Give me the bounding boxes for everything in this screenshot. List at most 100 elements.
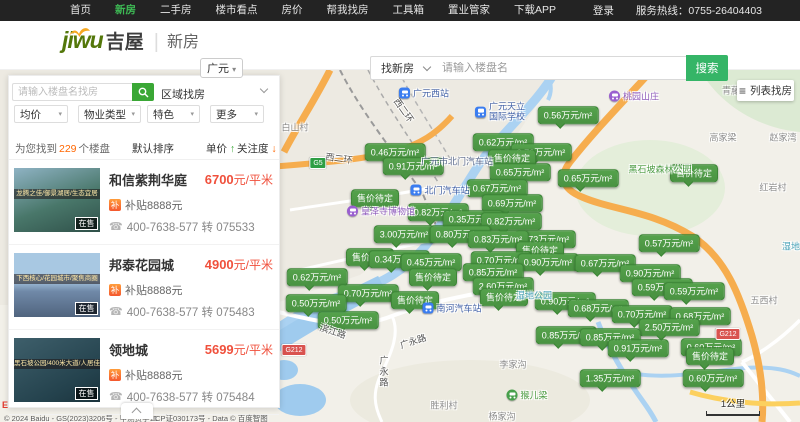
listing-phone[interactable]: ☎400-7638-577 转 075533 (109, 219, 255, 235)
phone-icon: ☎ (109, 392, 123, 403)
nav-item-1[interactable]: 新房 (103, 0, 148, 21)
subsidy-icon: 补 (109, 284, 121, 296)
listing-phone[interactable]: ☎400-7638-577 转 075483 (109, 304, 255, 320)
keyword-search-input[interactable] (12, 83, 132, 101)
map-place-白山村: 白山村 (281, 121, 308, 134)
map-place-G212: G212 (281, 344, 306, 356)
subsidy-icon: 补 (109, 369, 121, 381)
chevron-down-icon: ▾ (232, 65, 236, 74)
listing-photo-caption: 下西核心/花园城市/聚焦商圈 (14, 274, 100, 284)
map-price-bubble[interactable]: 0.91万元/m² (608, 339, 669, 357)
nav-item-6[interactable]: 工具箱 (381, 0, 437, 21)
phone-icon: ☎ (109, 307, 123, 318)
listing-item-0[interactable]: 龙腾之佳/御景湖居/生态宜居在售和信紫荆华庭6700元/平米补补贴8888元☎4… (9, 160, 279, 245)
nav-item-3[interactable]: 楼市看点 (204, 0, 270, 21)
nav-item-7[interactable]: 置业管家 (436, 0, 502, 21)
search-category-dropdown[interactable]: 找新房 (381, 60, 414, 76)
listing-photo: 龙腾之佳/御景湖居/生态宜居在售 (14, 168, 100, 232)
chevron-down-icon: ▾ (58, 110, 62, 118)
map-price-bubble[interactable]: 0.69万元/m² (482, 194, 543, 212)
map-edge-logo-fragment: E (2, 400, 8, 410)
map-place-皇泽寺博物馆: 皇泽寺博物馆 (347, 205, 415, 218)
sort-by-attention[interactable]: 关注度 ↓ (237, 141, 277, 156)
map-price-bubble[interactable]: 0.60万元/m² (683, 369, 744, 387)
map-place-广元西站: 广元西站 (399, 87, 449, 100)
keyword-search-button[interactable] (132, 83, 154, 101)
map-price-bubble[interactable]: 0.65万元/m² (490, 163, 551, 181)
listing-item-1[interactable]: 下西核心/花园城市/聚焦商圈在售 邦泰花园城 4900元/平米补补贴8888元 ☎40… (9, 245, 279, 330)
chevron-down-icon: ▾ (131, 110, 135, 118)
map-price-bubble[interactable]: 0.50万元/m² (286, 294, 347, 312)
region-search-tab[interactable]: 区域找房 (161, 86, 205, 102)
map-place-G5: G5 (309, 157, 326, 169)
listing-subsidy: 补补贴8888元 (109, 282, 182, 298)
list-icon: ≡ (739, 85, 746, 97)
filter-dropdown-3[interactable]: 更多▾ (210, 105, 264, 123)
nav-item-8[interactable]: 下载APP (502, 0, 568, 21)
map-price-bubble[interactable]: 0.70万元/m² (338, 284, 399, 302)
nav-item-5[interactable]: 帮我找房 (315, 0, 381, 21)
map-place-高家梁: 高家梁 (709, 131, 736, 144)
map-place-猴儿梁: 猴儿梁 (506, 389, 547, 402)
map-place-湿地: 湿地 (782, 240, 800, 253)
map-price-bubble[interactable]: 0.59万元/m² (664, 282, 725, 300)
map-price-bubble[interactable]: 2.50万元/m² (639, 318, 700, 336)
map-price-bubble[interactable]: 0.56万元/m² (538, 106, 599, 124)
filter-dropdown-2[interactable]: 特色▾ (147, 105, 200, 123)
search-bar: 找新房 (370, 56, 686, 80)
sort-default[interactable]: 默认排序 (132, 141, 174, 156)
search-input[interactable] (442, 62, 686, 74)
map-price-bubble[interactable]: 0.57万元/m² (639, 234, 700, 252)
chevron-down-icon (423, 62, 431, 70)
nav-item-0[interactable]: 首页 (58, 0, 103, 21)
sort-by-price[interactable]: 单价 ↑ (206, 141, 235, 156)
listing-name[interactable]: 和信紫荆华庭 (109, 170, 187, 189)
top-nav-items: 首页新房二手房楼市看点房价帮我找房工具箱置业管家下载APP (58, 0, 568, 21)
poi-icon (347, 206, 358, 217)
map-place-红岩村: 红岩村 (759, 181, 786, 194)
map-place-广元市北门汽车站: 广元市北门汽车站 (421, 155, 493, 168)
map-price-bubble[interactable]: 1.35万元/m² (580, 369, 641, 387)
listing-name[interactable]: 领地城 (109, 340, 148, 359)
filter-dropdown-0[interactable]: 均价▾ (14, 105, 68, 123)
status-badge: 在售 (75, 217, 98, 230)
search-icon (138, 87, 149, 98)
list-view-button[interactable]: ≡ 列表找房 (737, 80, 794, 101)
login-link[interactable]: 登录 (593, 3, 614, 18)
poi-icon (422, 303, 433, 314)
map-copyright: © 2024 Baidu - GS(2023)3206号 - 甲测资字11 IC… (0, 410, 420, 422)
map-place-广元天立国际学校: 广元天立国际学校 (475, 102, 531, 123)
map-place-北门汽车站: 北门汽车站 (410, 184, 469, 197)
map-bubble-price-tbd[interactable]: 售价待定 (409, 268, 457, 286)
map-price-bubble[interactable]: 0.62万元/m² (287, 268, 348, 286)
phone-icon: ☎ (109, 222, 123, 233)
map-place-赵家湾: 赵家湾 (769, 131, 796, 144)
filter-dropdown-1[interactable]: 物业类型▾ (78, 105, 141, 123)
scale-label: 1公里 (706, 396, 760, 410)
map-bubble-price-tbd[interactable]: 售价待定 (686, 347, 734, 365)
listing-name[interactable]: 邦泰花园城 (109, 255, 174, 274)
subsidy-icon: 补 (109, 199, 121, 211)
chevron-down-icon: ▾ (190, 110, 194, 118)
listing-subsidy: 补补贴8888元 (109, 197, 182, 213)
map-price-bubble[interactable]: 3.00万元/m² (374, 225, 435, 243)
search-button[interactable]: 搜索 (686, 55, 728, 81)
result-count-text: 为您找到229个楼盘 (15, 141, 110, 156)
map-place-广永路: 广永路 (378, 356, 391, 389)
map-place-黑石坡森林公园: 黑石坡森林公园 (628, 163, 691, 176)
listing-price: 4900元/平米 (205, 256, 273, 273)
panel-collapse-tab[interactable] (121, 403, 153, 419)
nav-item-4[interactable]: 房价 (270, 0, 315, 21)
chevron-down-icon: ▾ (254, 110, 258, 118)
map-place-五西村: 五西村 (750, 294, 777, 307)
status-badge: 在售 (75, 302, 98, 315)
map-price-bubble[interactable]: 0.90万元/m² (518, 253, 579, 271)
jiwu-logo[interactable]: jiwu 吉屋 | 新房 (62, 29, 199, 52)
map-price-bubble[interactable]: 0.65万元/m² (558, 169, 619, 187)
poi-icon (609, 91, 620, 102)
city-selector[interactable]: 广元 ▾ (200, 58, 243, 78)
logo-bird-icon (66, 25, 92, 43)
status-badge: 在售 (75, 387, 98, 400)
nav-item-2[interactable]: 二手房 (148, 0, 204, 21)
listing-price: 5699元/平米 (205, 341, 273, 358)
